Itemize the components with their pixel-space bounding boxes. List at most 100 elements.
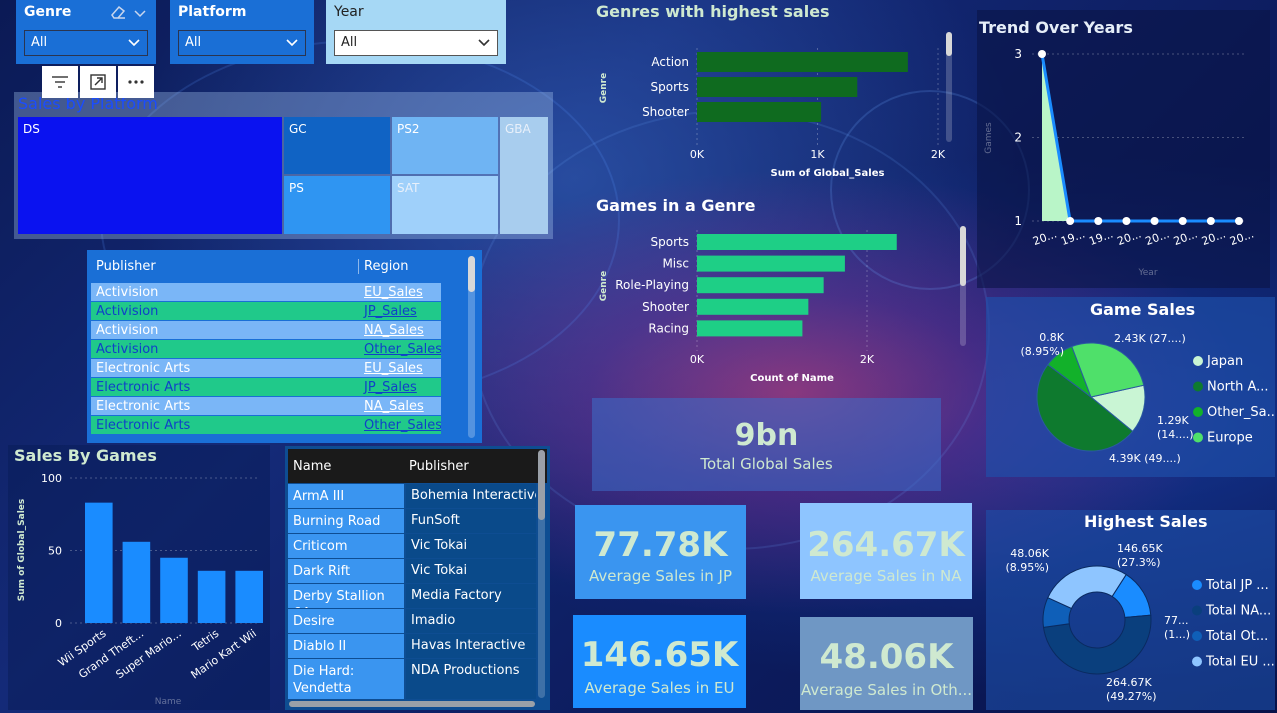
table-row[interactable]: Desire Imadio bbox=[288, 609, 547, 633]
table-row[interactable]: Electronic Arts JP_Sales bbox=[91, 378, 441, 396]
avg-sales-na-card: 264.67K Average Sales in NA bbox=[800, 503, 972, 599]
table-row[interactable]: Electronic Arts Other_Sales bbox=[91, 416, 441, 434]
column-header-publisher[interactable]: Publisher bbox=[404, 459, 534, 474]
treemap-tile-gc[interactable]: GC bbox=[284, 117, 390, 174]
x-tick-label: 2K bbox=[860, 353, 875, 366]
legend-marker bbox=[1193, 432, 1203, 443]
data-point bbox=[1178, 217, 1187, 225]
data-label: 1.29K bbox=[1157, 414, 1189, 427]
treemap-tile-label: GBA bbox=[505, 122, 531, 136]
column-header-region[interactable]: Region bbox=[359, 259, 449, 274]
data-label: 2.43K (27....) bbox=[1114, 332, 1186, 345]
table-row[interactable]: Diablo II Havas Interactive bbox=[288, 634, 547, 658]
data-point bbox=[1150, 217, 1159, 225]
publisher-cell: Electronic Arts bbox=[96, 398, 191, 414]
chevron-down-icon[interactable] bbox=[133, 5, 147, 18]
category-label: Sports bbox=[651, 80, 689, 94]
treemap-tile-gba[interactable]: GBA bbox=[500, 117, 548, 234]
pie-slice bbox=[1047, 565, 1127, 610]
region-cell: JP_Sales bbox=[364, 303, 417, 319]
treemap-tile-sat[interactable]: SAT bbox=[392, 176, 498, 234]
eraser-icon[interactable] bbox=[109, 4, 127, 20]
y-axis-title: Sum of Global_Sales bbox=[17, 499, 27, 602]
table-row[interactable]: ArmA III Bohemia Interactive bbox=[288, 484, 547, 508]
table-row[interactable]: Activision Other_Sales bbox=[91, 340, 441, 358]
horizontal-scrollbar[interactable] bbox=[289, 701, 535, 707]
treemap-tile-label: PS bbox=[289, 181, 304, 195]
region-cell: Other_Sales bbox=[364, 341, 441, 357]
publisher-cell: Vic Tokai bbox=[406, 534, 536, 558]
table-row[interactable]: Electronic Arts EU_Sales bbox=[91, 359, 441, 377]
platform-slicer-title: Platform bbox=[178, 4, 247, 20]
data-label: 77... bbox=[1164, 614, 1189, 627]
platform-slicer[interactable]: Platform All bbox=[170, 0, 314, 64]
category-label: Racing bbox=[648, 321, 689, 335]
table-row[interactable]: Activision EU_Sales bbox=[91, 283, 441, 301]
year-dropdown[interactable]: All bbox=[334, 30, 498, 56]
publisher-cell: Bohemia Interactive bbox=[406, 484, 536, 508]
table-row[interactable]: Activision JP_Sales bbox=[91, 302, 441, 320]
bar bbox=[235, 570, 263, 623]
table-row[interactable]: Electronic Arts NA_Sales bbox=[91, 397, 441, 415]
focus-mode-icon[interactable] bbox=[80, 66, 116, 98]
avg-sales-eu-value: 146.65K bbox=[580, 635, 739, 675]
data-point bbox=[1122, 217, 1131, 225]
table-row[interactable]: Criticom Vic Tokai bbox=[288, 534, 547, 558]
table-row[interactable]: Derby Stallion 64 Media Factory bbox=[288, 584, 547, 608]
data-label: (27.3%) bbox=[1117, 556, 1161, 569]
table-row[interactable]: Activision NA_Sales bbox=[91, 321, 441, 339]
data-label: (1...) bbox=[1164, 628, 1190, 641]
avg-sales-eu-label: Average Sales in EU bbox=[584, 679, 735, 697]
publisher-cell: Activision bbox=[96, 341, 159, 357]
legend-marker bbox=[1193, 381, 1203, 392]
publisher-cell: Havas Interactive bbox=[406, 634, 536, 658]
region-cell: NA_Sales bbox=[364, 322, 424, 338]
data-label: 264.67K bbox=[1106, 676, 1152, 689]
table-row[interactable]: Burning Road FunSoft bbox=[288, 509, 547, 533]
legend-marker bbox=[1192, 605, 1202, 616]
table-row[interactable]: Die Hard: Vendetta NDA Productions bbox=[288, 659, 547, 699]
treemap-tile-ps2[interactable]: PS2 bbox=[392, 117, 498, 174]
scrollbar-thumb[interactable] bbox=[468, 256, 475, 292]
legend-marker bbox=[1193, 407, 1203, 417]
x-axis-title: Year bbox=[1137, 268, 1157, 278]
publisher-cell: Activision bbox=[96, 303, 159, 319]
total-global-sales-card: 9bn Total Global Sales bbox=[592, 398, 941, 491]
category-label: Action bbox=[651, 55, 689, 69]
bar bbox=[697, 102, 822, 122]
platform-dropdown[interactable]: All bbox=[178, 30, 306, 56]
column-header-name-label: Name bbox=[293, 458, 332, 474]
x-tick-label: 20... bbox=[1228, 227, 1255, 248]
genre-dropdown[interactable]: All bbox=[24, 30, 148, 56]
name-table-body: ArmA III Bohemia Interactive Burning Road F… bbox=[288, 484, 547, 699]
category-label: Shooter bbox=[642, 105, 689, 119]
legend-marker bbox=[1193, 356, 1203, 366]
column-header-name[interactable]: Name bbox=[288, 459, 404, 474]
table-row[interactable]: Dark Rift Vic Tokai bbox=[288, 559, 547, 583]
year-slicer[interactable]: Year All bbox=[326, 0, 506, 64]
more-options-icon[interactable] bbox=[118, 66, 154, 98]
treemap-tile-ps[interactable]: PS bbox=[284, 176, 390, 234]
treemap-tile-label: SAT bbox=[397, 181, 420, 195]
data-point bbox=[1066, 217, 1075, 225]
genres-highest-sales-chart: 0K 1K 2K Action Sports Shooter Sum of Global_S… bbox=[599, 32, 952, 179]
scrollbar-thumb[interactable] bbox=[538, 450, 545, 520]
name-text: Desire bbox=[293, 614, 335, 629]
bar bbox=[85, 502, 113, 623]
x-tick-label: 20... bbox=[1031, 227, 1058, 248]
data-point bbox=[1235, 217, 1243, 225]
column-header-publisher[interactable]: Publisher bbox=[91, 258, 359, 274]
name-cell: Dark Rift bbox=[288, 559, 404, 583]
genre-slicer[interactable]: Genre All bbox=[16, 0, 156, 64]
data-label: 0.8K bbox=[1039, 331, 1064, 344]
table-scrollbar[interactable] bbox=[468, 256, 475, 438]
treemap-tile-ds[interactable]: DS bbox=[18, 117, 282, 234]
x-tick-label: 2K bbox=[931, 148, 946, 161]
filter-icon[interactable] bbox=[42, 66, 78, 98]
x-tick-label: 20... bbox=[1115, 227, 1142, 248]
publisher-cell: Electronic Arts bbox=[96, 360, 191, 376]
y-tick-label: 100 bbox=[41, 472, 62, 485]
chevron-down-icon bbox=[127, 35, 141, 49]
table-scrollbar[interactable] bbox=[538, 450, 545, 698]
data-label: (8.95%) bbox=[1005, 561, 1049, 574]
